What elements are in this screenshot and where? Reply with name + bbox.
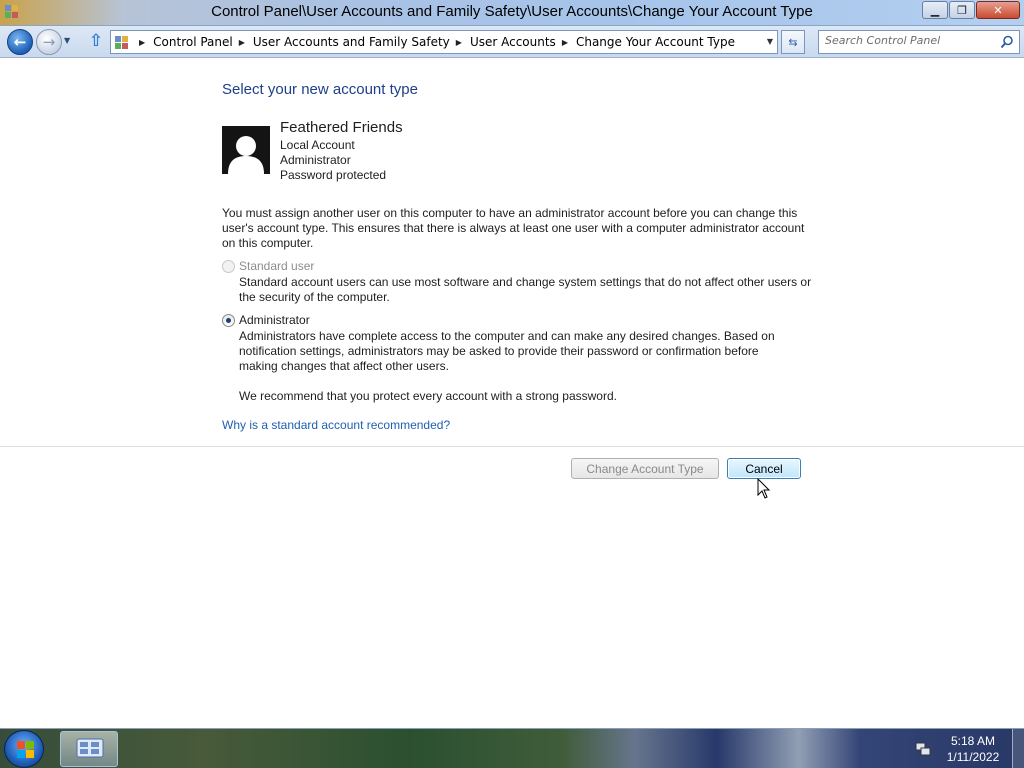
close-button[interactable]: ✕ xyxy=(976,1,1020,19)
breadcrumb-label: Change Your Account Type xyxy=(575,35,735,49)
refresh-button[interactable]: ⇆ xyxy=(781,30,805,54)
window-title: Control Panel\User Accounts and Family S… xyxy=(211,3,813,20)
close-icon: ✕ xyxy=(993,3,1003,17)
forward-button[interactable]: → xyxy=(36,29,62,55)
control-panel-icon xyxy=(76,738,104,758)
breadcrumb-label: Control Panel xyxy=(153,35,233,49)
clock-time[interactable]: 5:18 AM xyxy=(940,734,1006,748)
standard-account-help-link[interactable]: Why is a standard account recommended? xyxy=(222,418,450,432)
account-type: Administrator xyxy=(280,153,351,167)
address-dropdown-button[interactable]: ▼ xyxy=(767,37,773,46)
user-name: Feathered Friends xyxy=(280,119,403,136)
administrator-label: Administrator xyxy=(239,313,310,327)
breadcrumb-label: User Accounts and Family Safety xyxy=(252,35,450,49)
administrator-radio[interactable] xyxy=(222,313,235,327)
breadcrumb-control-panel[interactable]: Control Panel ▶ xyxy=(153,35,253,49)
cancel-button[interactable]: Cancel xyxy=(727,458,801,479)
change-account-type-button[interactable]: Change Account Type xyxy=(571,458,719,479)
chevron-right-icon: ▶ xyxy=(139,37,146,47)
password-status: Password protected xyxy=(280,168,387,182)
account-scope: Local Account xyxy=(280,138,355,152)
standard-user-radio[interactable] xyxy=(222,259,235,273)
breadcrumb-user-accounts[interactable]: User Accounts ▶ xyxy=(470,35,576,49)
user-silhouette-icon xyxy=(222,126,270,174)
back-button[interactable]: ← xyxy=(7,29,33,55)
search-box[interactable] xyxy=(818,30,1020,54)
up-arrow-icon: ⇧ xyxy=(88,31,104,51)
chevron-down-icon: ▼ xyxy=(766,37,773,46)
breadcrumb-label: User Accounts xyxy=(469,35,556,49)
minimize-button[interactable]: ▁ xyxy=(922,1,948,19)
network-icon[interactable] xyxy=(915,741,931,757)
search-icon[interactable] xyxy=(1000,35,1014,49)
up-button[interactable]: ⇧ xyxy=(87,32,105,50)
breadcrumb-root-arrow[interactable]: ▶ xyxy=(133,38,153,47)
chevron-right-icon[interactable]: ▶ xyxy=(239,38,245,47)
forward-arrow-icon: → xyxy=(42,33,56,51)
breadcrumb[interactable]: ▶ Control Panel ▶ User Accounts and Fami… xyxy=(110,30,778,54)
minimize-icon: ▁ xyxy=(930,3,940,17)
standard-user-option[interactable]: Standard user xyxy=(222,259,314,273)
back-arrow-icon: ← xyxy=(13,33,27,51)
administrator-option[interactable]: Administrator xyxy=(222,313,310,327)
divider xyxy=(0,446,1024,447)
taskbar-item-control-panel[interactable] xyxy=(60,731,118,767)
control-panel-folder-icon xyxy=(111,31,133,53)
search-input[interactable] xyxy=(825,34,995,47)
window-controls: ▁ ❐ ✕ xyxy=(921,1,1020,19)
breadcrumb-user-accounts-family-safety[interactable]: User Accounts and Family Safety ▶ xyxy=(253,35,470,49)
standard-user-description: Standard account users can use most soft… xyxy=(239,275,812,304)
windows-logo-icon xyxy=(17,741,34,758)
chevron-right-icon[interactable]: ▶ xyxy=(456,38,462,47)
navigation-bar: ← → ▼ ⇧ ▶ Control Panel ▶ User Accounts … xyxy=(0,26,1024,58)
password-recommendation: We recommend that you protect every acco… xyxy=(239,389,617,403)
admin-notice: You must assign another user on this com… xyxy=(222,206,805,250)
main-content: Select your new account type Feathered F… xyxy=(0,59,1024,728)
breadcrumb-change-account-type[interactable]: Change Your Account Type xyxy=(576,35,735,49)
page-title: Select your new account type xyxy=(222,81,418,98)
administrator-description: Administrators have complete access to t… xyxy=(239,329,775,373)
user-avatar xyxy=(222,126,270,174)
restore-button[interactable]: ❐ xyxy=(949,1,975,19)
clock-date[interactable]: 1/11/2022 xyxy=(940,750,1006,764)
title-bar: Control Panel\User Accounts and Family S… xyxy=(0,0,1024,26)
mouse-cursor-icon xyxy=(757,478,771,499)
restore-icon: ❐ xyxy=(957,3,967,17)
start-button[interactable] xyxy=(4,730,44,768)
chevron-right-icon[interactable]: ▶ xyxy=(562,38,568,47)
refresh-icon: ⇆ xyxy=(788,35,798,49)
standard-user-label: Standard user xyxy=(239,259,315,273)
chevron-down-icon: ▼ xyxy=(64,36,71,45)
taskbar: 5:18 AM 1/11/2022 xyxy=(0,728,1024,768)
show-desktop-button[interactable] xyxy=(1012,729,1024,768)
recent-pages-button[interactable]: ▼ xyxy=(64,36,70,45)
